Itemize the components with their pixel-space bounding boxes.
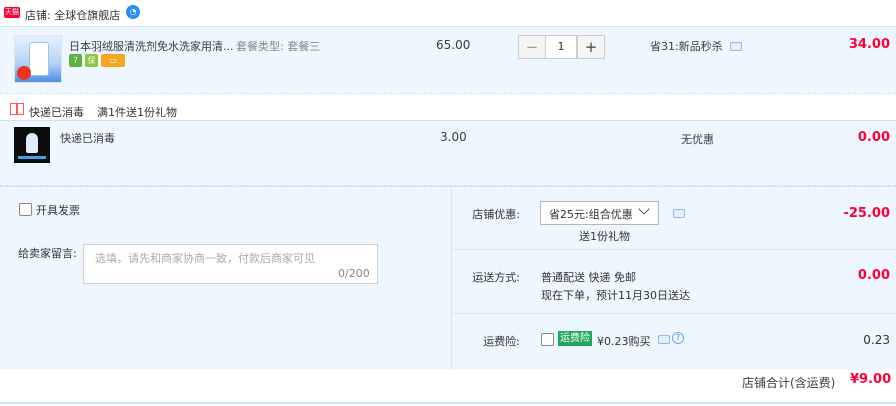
insurance-amount: 0.23	[863, 333, 890, 347]
invoice-label[interactable]: 开具发票	[36, 202, 80, 218]
unit-price: 3.00	[440, 130, 467, 144]
unit-price: 65.00	[436, 38, 471, 52]
product-sku: 套餐类型: 套餐三	[236, 40, 321, 53]
help-icon[interactable]: ?	[672, 332, 684, 344]
invoice-checkbox[interactable]	[19, 203, 32, 216]
seven-day-return-icon: 7	[69, 54, 82, 67]
item-subtotal: 0.00	[857, 130, 890, 145]
insurance-label: 运费险:	[483, 335, 520, 348]
comment-icon[interactable]	[673, 209, 685, 218]
product-title[interactable]: 日本羽绒服清洗剂免水洗家用清...	[69, 38, 234, 54]
insurance-price[interactable]: ¥0.23购买	[597, 333, 651, 349]
discount-selected-value[interactable]: 省25元:组合优惠	[549, 206, 633, 222]
store-header: 天猫 店铺: 全球仓旗舰店 ◔	[0, 0, 896, 26]
divider	[451, 313, 896, 314]
shipping-amount: 0.00	[857, 268, 890, 283]
comment-icon[interactable]	[730, 42, 742, 51]
store-name[interactable]: 店铺: 全球仓旗舰店	[25, 7, 120, 23]
message-char-count: 0/200	[338, 267, 370, 280]
cart-item-row: 快递已消毒 3.00 无优惠 0.00	[0, 120, 896, 186]
gift-icon	[10, 103, 24, 115]
product-title[interactable]: 快递已消毒	[60, 130, 115, 146]
divider	[0, 402, 896, 404]
product-thumbnail[interactable]	[14, 127, 50, 163]
gift-row: 快递已消毒 满1件送1份礼物	[0, 96, 896, 122]
gift-label: 快递已消毒	[29, 106, 84, 119]
insurance-checkbox[interactable]	[541, 333, 554, 346]
store-total-amount: ¥9.00	[850, 372, 892, 387]
item-subtotal: 34.00	[848, 37, 890, 52]
credit-card-icon: ▭	[101, 54, 125, 67]
insurance-badge: 运费险	[558, 331, 592, 346]
divider	[451, 249, 896, 250]
item-promo: 无优惠	[681, 133, 714, 146]
tmall-badge: 天猫	[4, 7, 20, 18]
gift-description: 满1件送1份礼物	[97, 106, 177, 119]
shipping-method: 普通配送 快递 免邮	[541, 271, 636, 284]
message-placeholder: 选填，请先和商家协商一致，付款后商家可见	[95, 252, 315, 265]
discount-label: 店铺优惠:	[472, 208, 520, 221]
message-label: 给卖家留言:	[18, 247, 77, 260]
quantity-input[interactable]: 1	[545, 35, 577, 59]
comment-icon[interactable]	[658, 335, 670, 344]
store-total-label: 店铺合计(含运费)	[742, 376, 836, 390]
cart-item-row: 日本羽绒服清洗剂免水洗家用清... 套餐类型: 套餐三 7 保 ▭ 65.00 …	[0, 26, 896, 94]
discount-gift-note: 送1份礼物	[579, 230, 630, 243]
discount-amount: -25.00	[843, 206, 890, 221]
wangwang-icon[interactable]: ◔	[126, 5, 140, 19]
guarantee-icon: 保	[85, 54, 98, 67]
quantity-increment-button[interactable]: +	[577, 35, 605, 59]
quantity-decrement-button[interactable]: −	[518, 35, 546, 59]
product-thumbnail[interactable]	[14, 35, 62, 83]
item-promo: 省31:新品秒杀	[650, 40, 723, 53]
shipping-eta: 现在下单，预计11月30日送达	[541, 289, 690, 302]
shipping-label: 运送方式:	[472, 271, 520, 284]
